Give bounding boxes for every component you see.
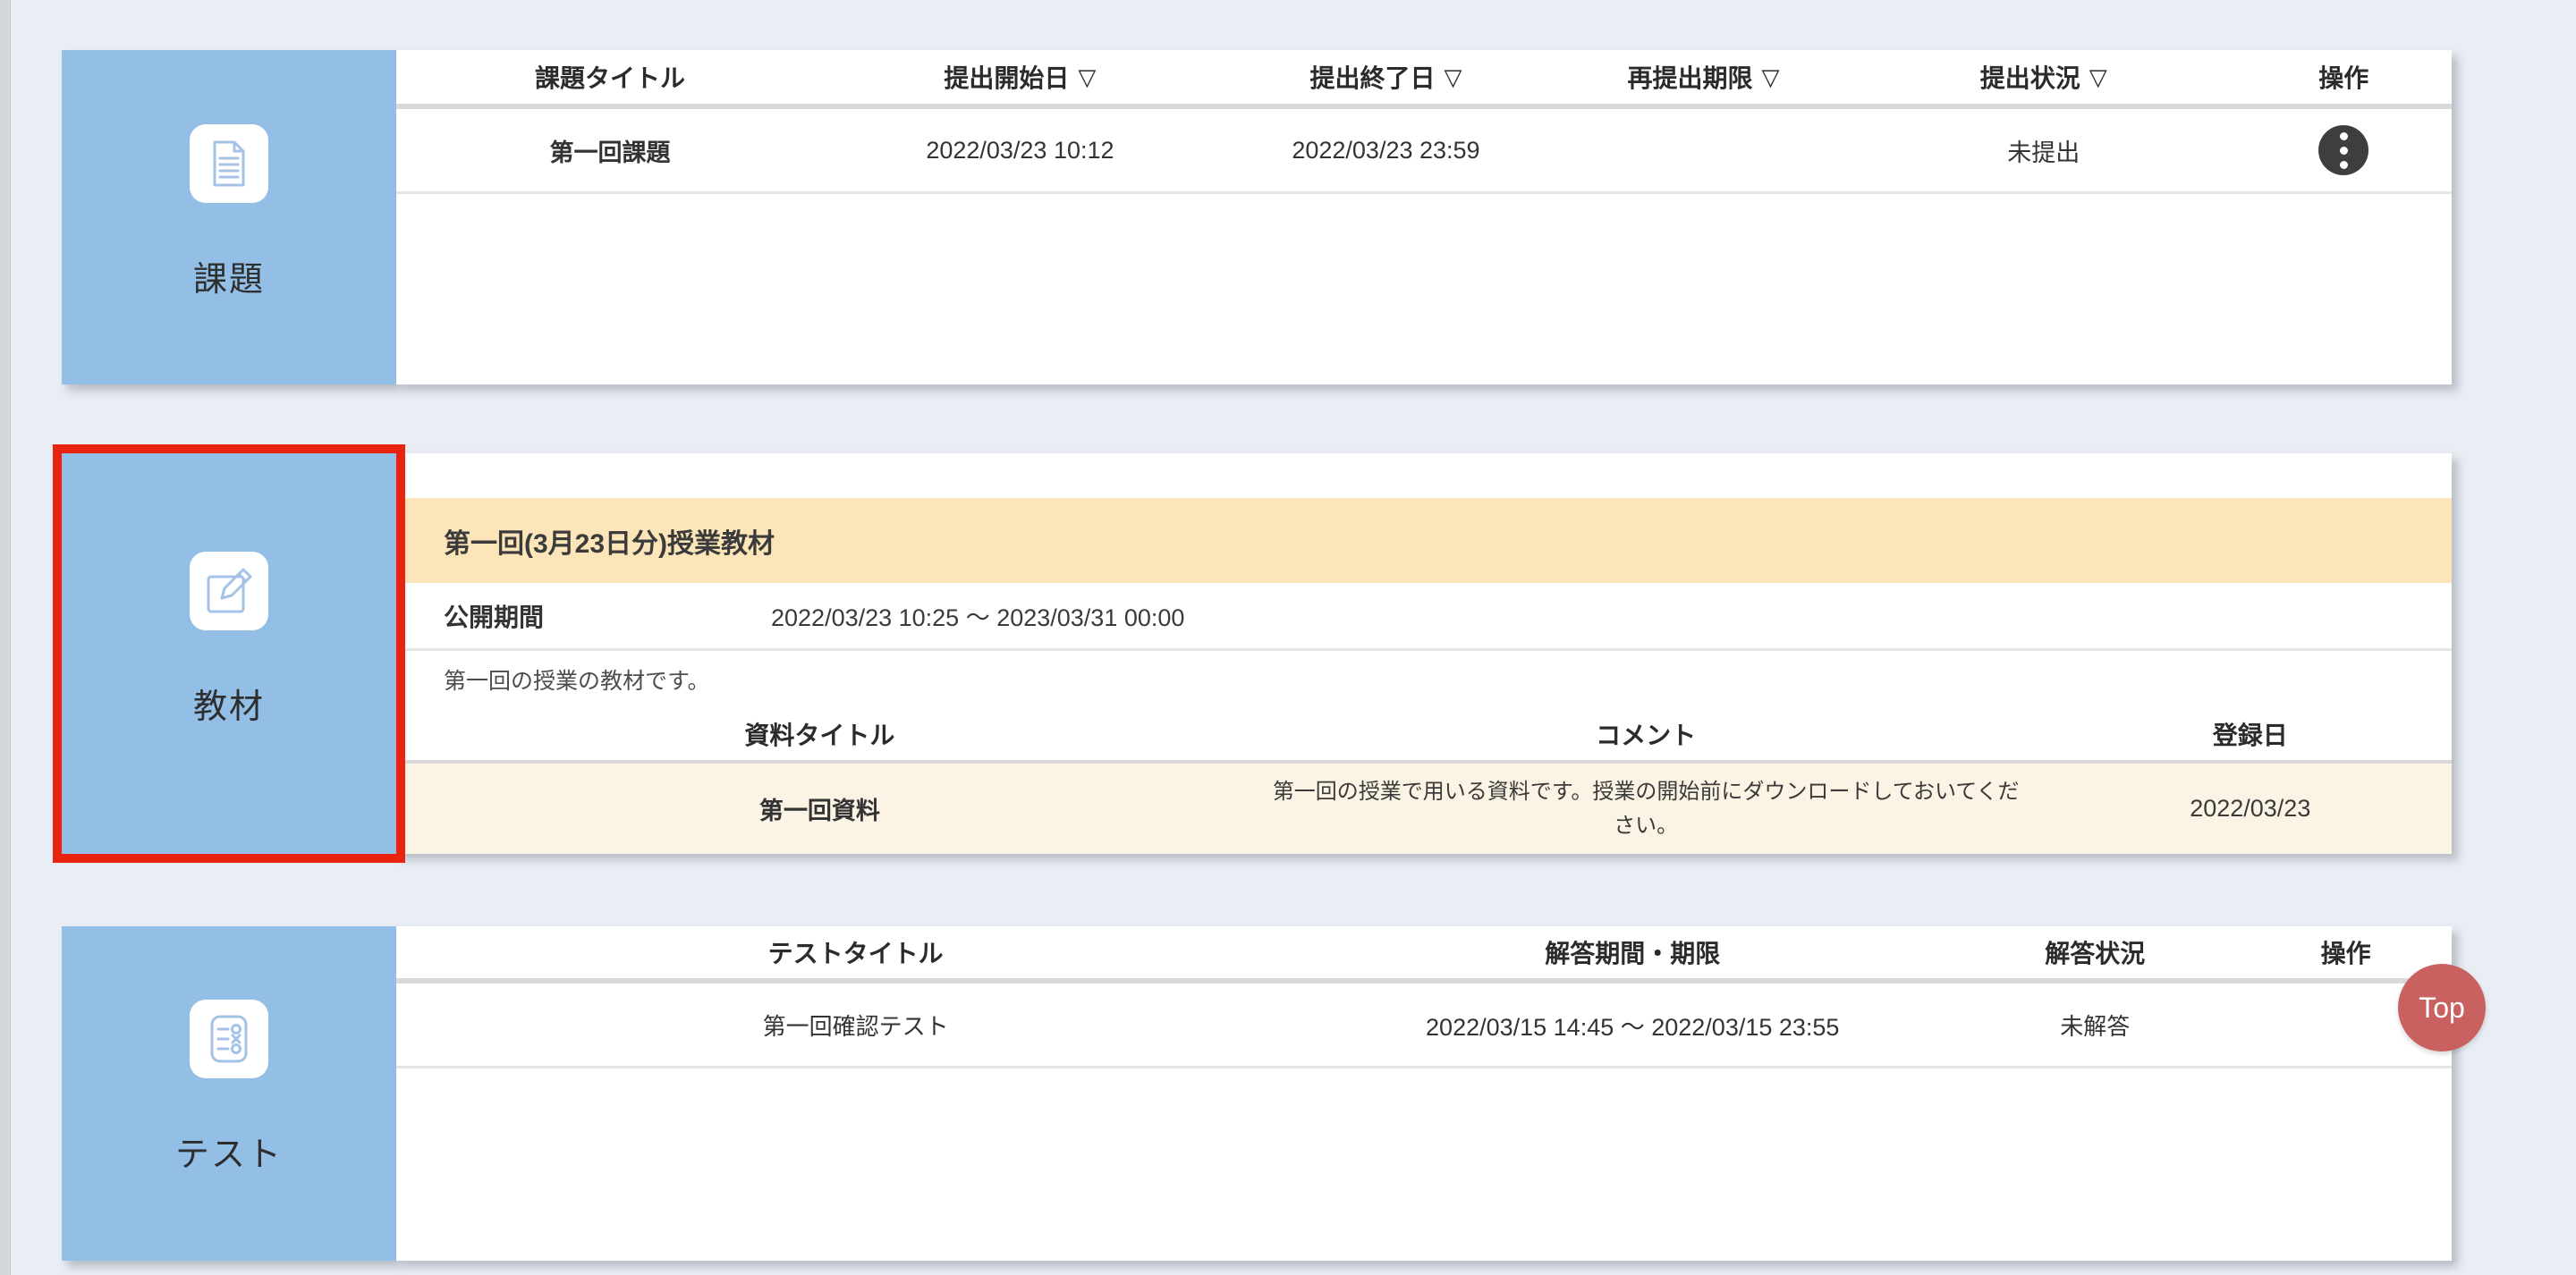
materials-banner-title: 第一回(3月23日分)授業教材 <box>396 498 2452 583</box>
period-label: 公開期間 <box>396 598 771 634</box>
tests-table: テストタイトル 解答期間・期限 解答状況 操作 第一回確認テスト 2022/03… <box>396 926 2452 1261</box>
test-title[interactable]: 第一回確認テスト <box>396 1009 1315 1042</box>
tests-table-header: テストタイトル 解答期間・期限 解答状況 操作 <box>396 926 2452 984</box>
assignment-row: 第一回課題 2022/03/23 10:12 2022/03/23 23:59 … <box>396 109 2452 194</box>
materials-panel: 第一回(3月23日分)授業教材 公開期間 2022/03/23 10:25 ～ … <box>396 453 2452 854</box>
col-test-status: 解答状況 <box>1950 934 2240 970</box>
edit-square-icon <box>205 567 253 615</box>
test-icon-card <box>190 1000 268 1078</box>
col-resubmit-deadline-sortable[interactable]: 再提出期限▽ <box>1555 59 1852 95</box>
col-test-title: テストタイトル <box>396 934 1315 970</box>
assignment-start-date: 2022/03/23 10:12 <box>824 137 1216 165</box>
test-status: 未解答 <box>1950 1009 2240 1042</box>
quiz-checklist-icon <box>206 1014 252 1064</box>
material-date: 2022/03/23 <box>2049 795 2452 823</box>
col-submit-start-sortable[interactable]: 提出開始日▽ <box>824 59 1216 95</box>
scroll-to-top-button[interactable]: Top <box>2398 964 2486 1051</box>
material-title[interactable]: 第一回資料 <box>396 791 1243 826</box>
assignment-status: 未提出 <box>1852 133 2236 168</box>
period-value: 2022/03/23 10:25 ～ 2023/03/31 00:00 <box>771 598 1184 633</box>
col-material-date: 登録日 <box>2049 716 2452 752</box>
assignment-icon-card <box>190 124 268 203</box>
assignment-end-date: 2022/03/23 23:59 <box>1216 137 1555 165</box>
col-material-title: 資料タイトル <box>396 716 1243 752</box>
col-material-comment: コメント <box>1243 716 2049 752</box>
test-row: 第一回確認テスト 2022/03/15 14:45 ～ 2022/03/15 2… <box>396 984 2452 1068</box>
materials-category-block[interactable]: 教材 <box>62 453 396 854</box>
test-period: 2022/03/15 14:45 ～ 2022/03/15 23:55 <box>1315 1008 1950 1043</box>
material-comment: 第一回の授業で用いる資料です。授業の開始前にダウンロードしておいてください。 <box>1243 775 2049 841</box>
assignments-category-block[interactable]: 課題 <box>62 50 396 384</box>
col-assignment-title: 課題タイトル <box>396 59 824 95</box>
red-highlight-border: 教材 <box>53 444 405 863</box>
materials-description: 第一回の授業の教材です。 <box>396 651 2452 708</box>
sort-triangle-icon[interactable]: ▽ <box>1761 63 1779 91</box>
materials-table-header: 資料タイトル コメント 登録日 <box>396 708 2452 760</box>
assignments-label: 課題 <box>193 251 265 300</box>
materials-top-spacer <box>396 453 2452 498</box>
material-icon-card <box>190 552 268 630</box>
sort-triangle-icon[interactable]: ▽ <box>2089 63 2107 91</box>
tests-label: テスト <box>175 1127 283 1176</box>
col-test-period: 解答期間・期限 <box>1315 934 1950 970</box>
assignment-title[interactable]: 第一回課題 <box>396 133 824 168</box>
materials-period-row: 公開期間 2022/03/23 10:25 ～ 2023/03/31 00:00 <box>396 583 2452 651</box>
kebab-menu-button[interactable] <box>2318 125 2368 175</box>
material-row: 第一回資料 第一回の授業で用いる資料です。授業の開始前にダウンロードしておいてく… <box>396 760 2452 854</box>
sort-triangle-icon[interactable]: ▽ <box>1078 63 1096 91</box>
document-icon <box>207 139 251 188</box>
tests-category-block[interactable]: テスト <box>62 926 396 1261</box>
left-scrollbar-track[interactable] <box>0 0 11 1275</box>
col-actions: 操作 <box>2236 59 2452 95</box>
assignments-table-header: 課題タイトル 提出開始日▽ 提出終了日▽ 再提出期限▽ 提出状況▽ 操作 <box>396 50 2452 109</box>
col-submit-status-sortable[interactable]: 提出状況▽ <box>1852 59 2236 95</box>
materials-label: 教材 <box>193 679 265 728</box>
assignments-table: 課題タイトル 提出開始日▽ 提出終了日▽ 再提出期限▽ 提出状況▽ 操作 第一回… <box>396 50 2452 384</box>
col-submit-end-sortable[interactable]: 提出終了日▽ <box>1216 59 1555 95</box>
sort-triangle-icon[interactable]: ▽ <box>1444 63 1462 91</box>
col-test-actions: 操作 <box>2240 934 2452 970</box>
